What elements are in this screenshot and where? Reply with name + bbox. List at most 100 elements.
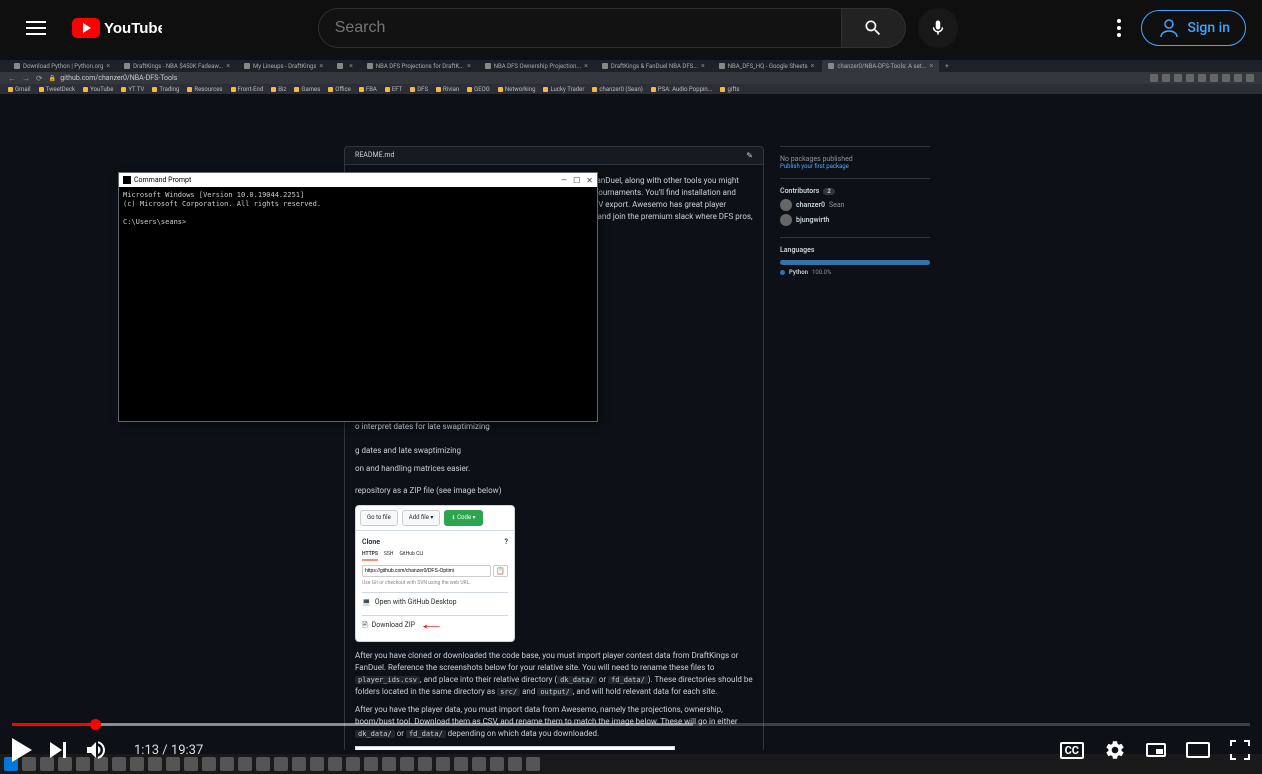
browser-tab[interactable]: DraftKings & FanDuel NBA DFS...× xyxy=(596,60,711,72)
language-bar xyxy=(780,260,930,265)
bookmark-item[interactable]: Trading xyxy=(152,86,179,93)
bookmark-item[interactable]: Gmail xyxy=(8,86,31,93)
bookmark-item[interactable]: YouTube xyxy=(83,86,113,93)
extension-icon[interactable] xyxy=(1234,74,1242,82)
browser-tab[interactable]: DraftKings - NBA $450K Fadeaw...× xyxy=(118,60,236,72)
hamburger-menu-button[interactable] xyxy=(16,8,56,48)
browser-tab[interactable]: My Lineups - DraftKings× xyxy=(238,60,329,72)
minimize-button[interactable]: — xyxy=(561,176,567,185)
voice-search-button[interactable] xyxy=(918,8,958,48)
edit-icon[interactable]: ✎ xyxy=(746,151,753,160)
extension-icon[interactable] xyxy=(1150,74,1158,82)
avatar xyxy=(780,199,792,211)
bookmark-item[interactable]: FBA xyxy=(359,86,377,93)
browser-tab[interactable]: NBA_DFS_HQ - Google Sheets× xyxy=(713,60,821,72)
publish-package-link[interactable]: Publish your first package xyxy=(780,163,930,170)
kebab-icon xyxy=(1117,19,1121,37)
fullscreen-button[interactable] xyxy=(1230,740,1250,760)
user-icon xyxy=(1157,16,1181,40)
next-icon xyxy=(50,742,66,758)
bookmarks-bar: Gmail TweetDeck YouTube YT TV Trading Re… xyxy=(0,84,1262,94)
browser-tab-strip: Download Python | Python.org× DraftKings… xyxy=(0,60,1262,72)
play-icon xyxy=(12,738,32,762)
time-display: 1:13 / 19:37 xyxy=(134,743,203,758)
readme-filename: README.md xyxy=(355,151,394,160)
readme-paragraph: o interpret dates for late swaptimizing xyxy=(355,421,753,433)
url-text: github.com/chanzer0/NBA-DFS-Tools xyxy=(60,74,177,82)
bookmark-item[interactable]: Resources xyxy=(187,86,222,93)
bookmark-item[interactable]: Biz xyxy=(271,86,286,93)
close-button[interactable]: ✕ xyxy=(586,176,593,185)
youtube-header: YouTube Sign in xyxy=(0,0,1262,56)
bookmark-item[interactable]: TweetDeck xyxy=(39,86,76,93)
readme-paragraph: After you have cloned or downloaded the … xyxy=(355,650,753,698)
bookmark-item[interactable]: chanzer0 (Sean) xyxy=(592,86,643,93)
bookmark-item[interactable]: GEOG xyxy=(467,86,490,93)
nav-forward-button[interactable]: → xyxy=(22,74,30,83)
extension-icon[interactable] xyxy=(1162,74,1170,82)
address-bar[interactable]: 🔒 github.com/chanzer0/NBA-DFS-Tools xyxy=(49,74,178,82)
bookmark-item[interactable]: Rivian xyxy=(436,86,459,93)
bookmark-item[interactable]: gifts xyxy=(720,86,739,93)
volume-button[interactable] xyxy=(84,738,108,762)
browser-tab[interactable]: Download Python | Python.org× xyxy=(8,60,116,72)
readme-paragraph: repository as a ZIP file (see image belo… xyxy=(355,485,753,497)
readme-paragraph: g dates and late swaptimizing xyxy=(355,445,753,457)
extension-icon[interactable] xyxy=(1174,74,1182,82)
browser-tab-active[interactable]: chanzer0/NBA-DFS-Tools: A set...× xyxy=(822,60,939,72)
download-zip-button[interactable]: 🗎Download ZIP← xyxy=(362,615,508,635)
cmd-titlebar[interactable]: Command Prompt —☐✕ xyxy=(119,173,597,187)
settings-button[interactable] xyxy=(1104,739,1126,761)
cc-icon: CC xyxy=(1060,742,1084,759)
captions-button[interactable]: CC xyxy=(1060,742,1084,759)
lock-icon: 🔒 xyxy=(49,75,56,82)
search-input[interactable] xyxy=(318,8,842,48)
next-button[interactable] xyxy=(50,742,66,758)
language-item: Python100.0% xyxy=(780,269,930,276)
extension-icon[interactable] xyxy=(1222,74,1230,82)
bookmark-item[interactable]: Office xyxy=(328,86,351,93)
browser-tab[interactable]: NBA DFS Ownership Projection...× xyxy=(479,60,594,72)
extension-icon[interactable] xyxy=(1186,74,1194,82)
bookmark-item[interactable]: YT TV xyxy=(121,86,144,93)
nav-back-button[interactable]: ← xyxy=(8,74,16,83)
theater-button[interactable] xyxy=(1186,742,1210,758)
contributor[interactable]: chanzer0Sean xyxy=(780,199,930,211)
bookmark-item[interactable]: PSA: Audio Poppin... xyxy=(651,86,713,93)
player-controls: 1:13 / 19:37 CC xyxy=(0,726,1262,774)
bookmark-item[interactable]: EFT xyxy=(385,86,402,93)
miniplayer-icon xyxy=(1146,743,1166,757)
play-button[interactable] xyxy=(12,738,32,762)
theater-icon xyxy=(1186,742,1210,758)
more-options-button[interactable] xyxy=(1113,15,1125,41)
bookmark-item[interactable]: Games xyxy=(294,86,320,93)
youtube-logo[interactable]: YouTube xyxy=(72,18,162,38)
signin-button[interactable]: Sign in xyxy=(1141,10,1246,46)
bookmark-item[interactable]: Lucky Trader xyxy=(543,86,584,93)
nav-reload-button[interactable]: ⟳ xyxy=(36,74,43,83)
github-sidebar: No packages published Publish your first… xyxy=(780,146,930,284)
clone-url-input[interactable] xyxy=(362,565,491,578)
maximize-button[interactable]: ☐ xyxy=(573,176,580,185)
bookmark-item[interactable]: Networking xyxy=(498,86,536,93)
extension-icon[interactable] xyxy=(1198,74,1206,82)
bookmark-item[interactable]: DFS xyxy=(410,86,428,93)
miniplayer-button[interactable] xyxy=(1146,743,1166,757)
browser-nav-bar: ← → ⟳ 🔒 github.com/chanzer0/NBA-DFS-Tool… xyxy=(0,72,1262,84)
open-desktop-button[interactable]: 💻Open with GitHub Desktop xyxy=(362,592,508,612)
gear-icon xyxy=(1104,739,1126,761)
bookmark-item[interactable]: Front-End xyxy=(231,86,264,93)
cmd-body[interactable]: Microsoft Windows [Version 10.0.19044.22… xyxy=(119,187,597,231)
cmd-icon xyxy=(123,176,131,184)
new-tab-button[interactable]: + xyxy=(941,63,952,70)
add-file-button[interactable]: Add file ▾ xyxy=(402,510,441,526)
contributor[interactable]: bjungwirth xyxy=(780,214,930,226)
extension-icon[interactable] xyxy=(1246,74,1254,82)
browser-tab[interactable]: × xyxy=(331,60,359,72)
goto-file-button[interactable]: Go to file xyxy=(360,510,398,526)
code-button[interactable]: ⬇ Code ▾ xyxy=(444,510,482,526)
avatar xyxy=(780,214,792,226)
search-button[interactable] xyxy=(842,8,906,48)
browser-tab[interactable]: NBA DFS Projections for DraftK...× xyxy=(361,60,477,72)
extension-icon[interactable] xyxy=(1210,74,1218,82)
